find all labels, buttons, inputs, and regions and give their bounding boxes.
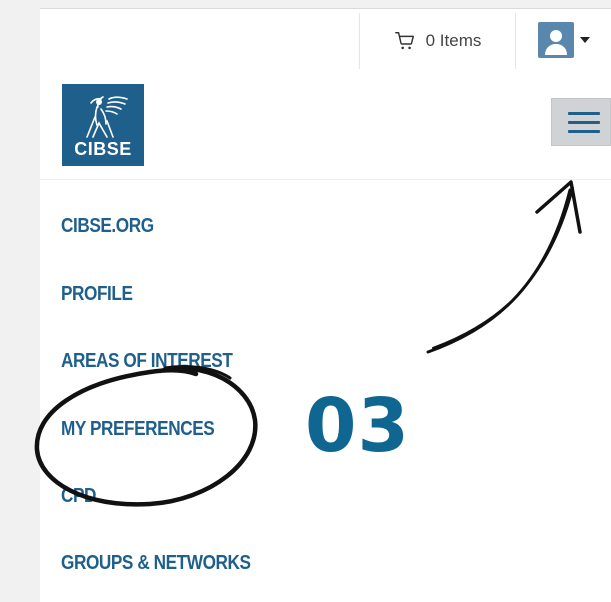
hamburger-line <box>568 111 600 115</box>
cart-button[interactable]: 0 Items <box>359 13 516 69</box>
header-divider <box>40 179 611 180</box>
menu-item-my-preferences[interactable]: MY PREFERENCES <box>61 418 215 441</box>
top-bar: 0 Items <box>40 9 611 69</box>
shopping-cart-icon <box>394 32 414 50</box>
user-menu-button[interactable] <box>538 18 590 62</box>
menu-item-cibse-org[interactable]: CIBSE.ORG <box>61 215 154 238</box>
step-number-annotation: 03 <box>305 383 410 469</box>
menu-item-groups-networks[interactable]: GROUPS & NETWORKS <box>61 552 251 575</box>
cibse-logo[interactable]: CIBSE <box>62 84 144 166</box>
logo-text: CIBSE <box>74 139 132 159</box>
hamburger-line <box>568 129 600 133</box>
griffin-icon <box>86 96 128 138</box>
chevron-down-icon <box>580 37 590 43</box>
user-avatar-icon <box>538 22 574 58</box>
hamburger-line <box>568 120 600 124</box>
cart-label: 0 Items <box>425 31 482 50</box>
menu-item-areas-of-interest[interactable]: AREAS OF INTEREST <box>61 350 233 373</box>
menu-item-cpd[interactable]: CPD <box>61 485 96 508</box>
app-panel: 0 Items CIBSE CIBSE.ORG PROFILE AREAS OF… <box>40 8 611 602</box>
menu-item-profile[interactable]: PROFILE <box>61 283 133 306</box>
hamburger-menu-button[interactable] <box>551 98 611 146</box>
